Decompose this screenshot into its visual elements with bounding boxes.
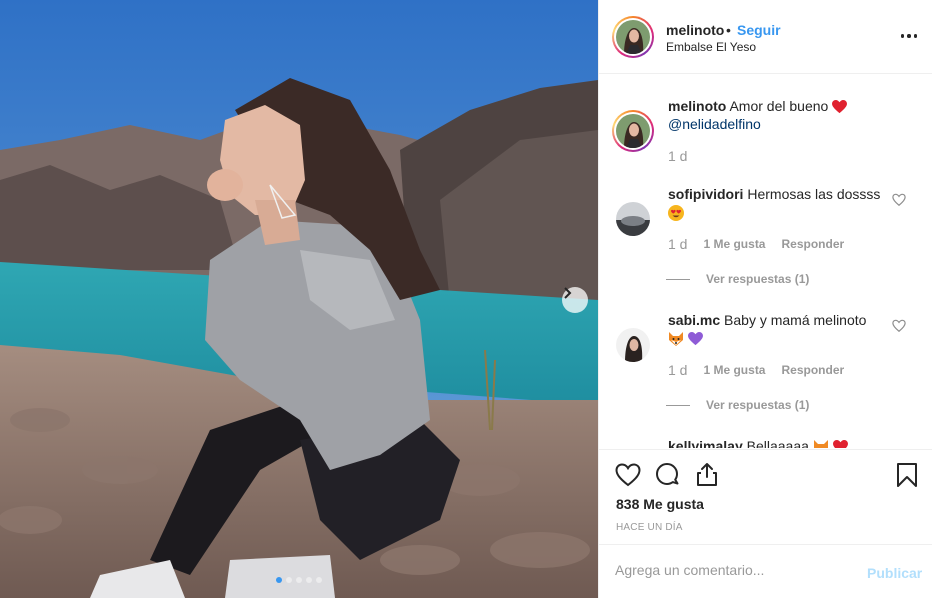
comment-body: sabi.mc Baby y mamá melinoto	[668, 311, 883, 347]
like-comment-heart-icon[interactable]	[892, 319, 906, 333]
post-caption: melinoto Amor del bueno @nelidadelfino	[668, 97, 908, 133]
post-sidebar: melinoto • Seguir Embalse El Yeso melino…	[598, 0, 932, 598]
carousel-dot	[276, 577, 282, 583]
more-options-button[interactable]	[897, 26, 921, 46]
carousel-dot	[306, 577, 312, 583]
carousel-indicator	[0, 577, 598, 583]
caption-avatar[interactable]	[612, 110, 654, 152]
more-dot-icon	[913, 34, 918, 38]
comment-likes[interactable]: 1 Me gusta	[703, 237, 765, 251]
commenter-avatar-image	[616, 328, 650, 362]
comment-text: Bellaaaaa	[746, 438, 809, 448]
chevron-right-icon	[564, 287, 572, 299]
likes-count[interactable]: 838 Me gusta	[616, 496, 704, 512]
commenter-avatar-image	[616, 202, 650, 236]
follow-button[interactable]: Seguir	[737, 22, 781, 38]
add-comment-bar: Publicar	[599, 544, 932, 598]
carousel-dot	[296, 577, 302, 583]
comment-icon[interactable]	[654, 462, 680, 488]
heart-eyes-emoji-icon	[668, 205, 684, 222]
comment-username[interactable]: kellyimalay	[668, 438, 743, 448]
post-timestamp: HACE UN DÍA	[616, 522, 683, 533]
caption-username[interactable]: melinoto	[668, 98, 726, 114]
replies-divider	[666, 278, 690, 280]
caption-avatar-image	[616, 114, 650, 148]
next-photo-button[interactable]	[562, 287, 588, 313]
comments-list[interactable]: melinoto Amor del bueno @nelidadelfino 1…	[599, 75, 932, 448]
view-replies-label: Ver respuestas (1)	[706, 272, 810, 286]
caption-time[interactable]: 1 d	[668, 148, 687, 164]
reply-button[interactable]: Responder	[781, 237, 844, 251]
red-heart-emoji-icon	[832, 440, 848, 448]
header-separator: •	[726, 22, 731, 38]
fox-emoji-icon	[669, 332, 683, 347]
post-actions: 838 Me gusta HACE UN DÍA	[599, 449, 932, 544]
more-dot-icon	[907, 34, 911, 38]
comment-body: kellyimalay Bellaaaaa	[668, 437, 883, 448]
post-photo-image	[0, 0, 598, 598]
commenter-avatar[interactable]	[616, 328, 650, 362]
post-comment-button[interactable]: Publicar	[867, 565, 922, 581]
carousel-dot	[316, 577, 322, 583]
comment-time[interactable]: 1 d	[668, 236, 687, 252]
caption-meta: 1 d	[668, 148, 687, 164]
carousel-dot	[286, 577, 292, 583]
purple-heart-emoji-icon	[687, 332, 703, 346]
location-link[interactable]: Embalse El Yeso	[666, 40, 756, 54]
fox-emoji-icon	[813, 440, 828, 448]
comment-input[interactable]	[615, 562, 845, 578]
caption-mention[interactable]: @nelidadelfino	[668, 116, 761, 132]
commenter-avatar[interactable]	[616, 202, 650, 236]
reply-button[interactable]: Responder	[781, 363, 844, 377]
comment-likes[interactable]: 1 Me gusta	[703, 363, 765, 377]
comment-text: Hermosas las dossss	[747, 186, 881, 202]
view-replies-button[interactable]: Ver respuestas (1)	[666, 272, 809, 286]
comment-username[interactable]: sabi.mc	[668, 312, 720, 328]
post-photo[interactable]	[0, 0, 598, 598]
author-avatar-image	[616, 20, 650, 54]
bookmark-icon[interactable]	[896, 462, 918, 488]
comment-username[interactable]: sofipividori	[668, 186, 743, 202]
caption-text: Amor del bueno	[729, 98, 829, 114]
comment-text: Baby y mamá melinoto	[724, 312, 867, 328]
more-dot-icon	[900, 34, 905, 38]
post-header: melinoto • Seguir Embalse El Yeso	[599, 0, 932, 74]
view-replies-button[interactable]: Ver respuestas (1)	[666, 398, 809, 412]
comment-time[interactable]: 1 d	[668, 362, 687, 378]
red-heart-emoji-icon	[832, 100, 848, 114]
replies-divider	[666, 404, 690, 406]
view-replies-label: Ver respuestas (1)	[706, 398, 810, 412]
comment-body: sofipividori Hermosas las dossss	[668, 185, 883, 222]
author-username[interactable]: melinoto	[666, 22, 724, 38]
comment-meta: 1 d 1 Me gusta Responder	[668, 362, 844, 378]
author-avatar[interactable]	[612, 16, 654, 58]
heart-icon[interactable]	[615, 463, 641, 487]
like-comment-heart-icon[interactable]	[892, 193, 906, 207]
share-icon[interactable]	[694, 461, 720, 487]
comment-meta: 1 d 1 Me gusta Responder	[668, 236, 844, 252]
